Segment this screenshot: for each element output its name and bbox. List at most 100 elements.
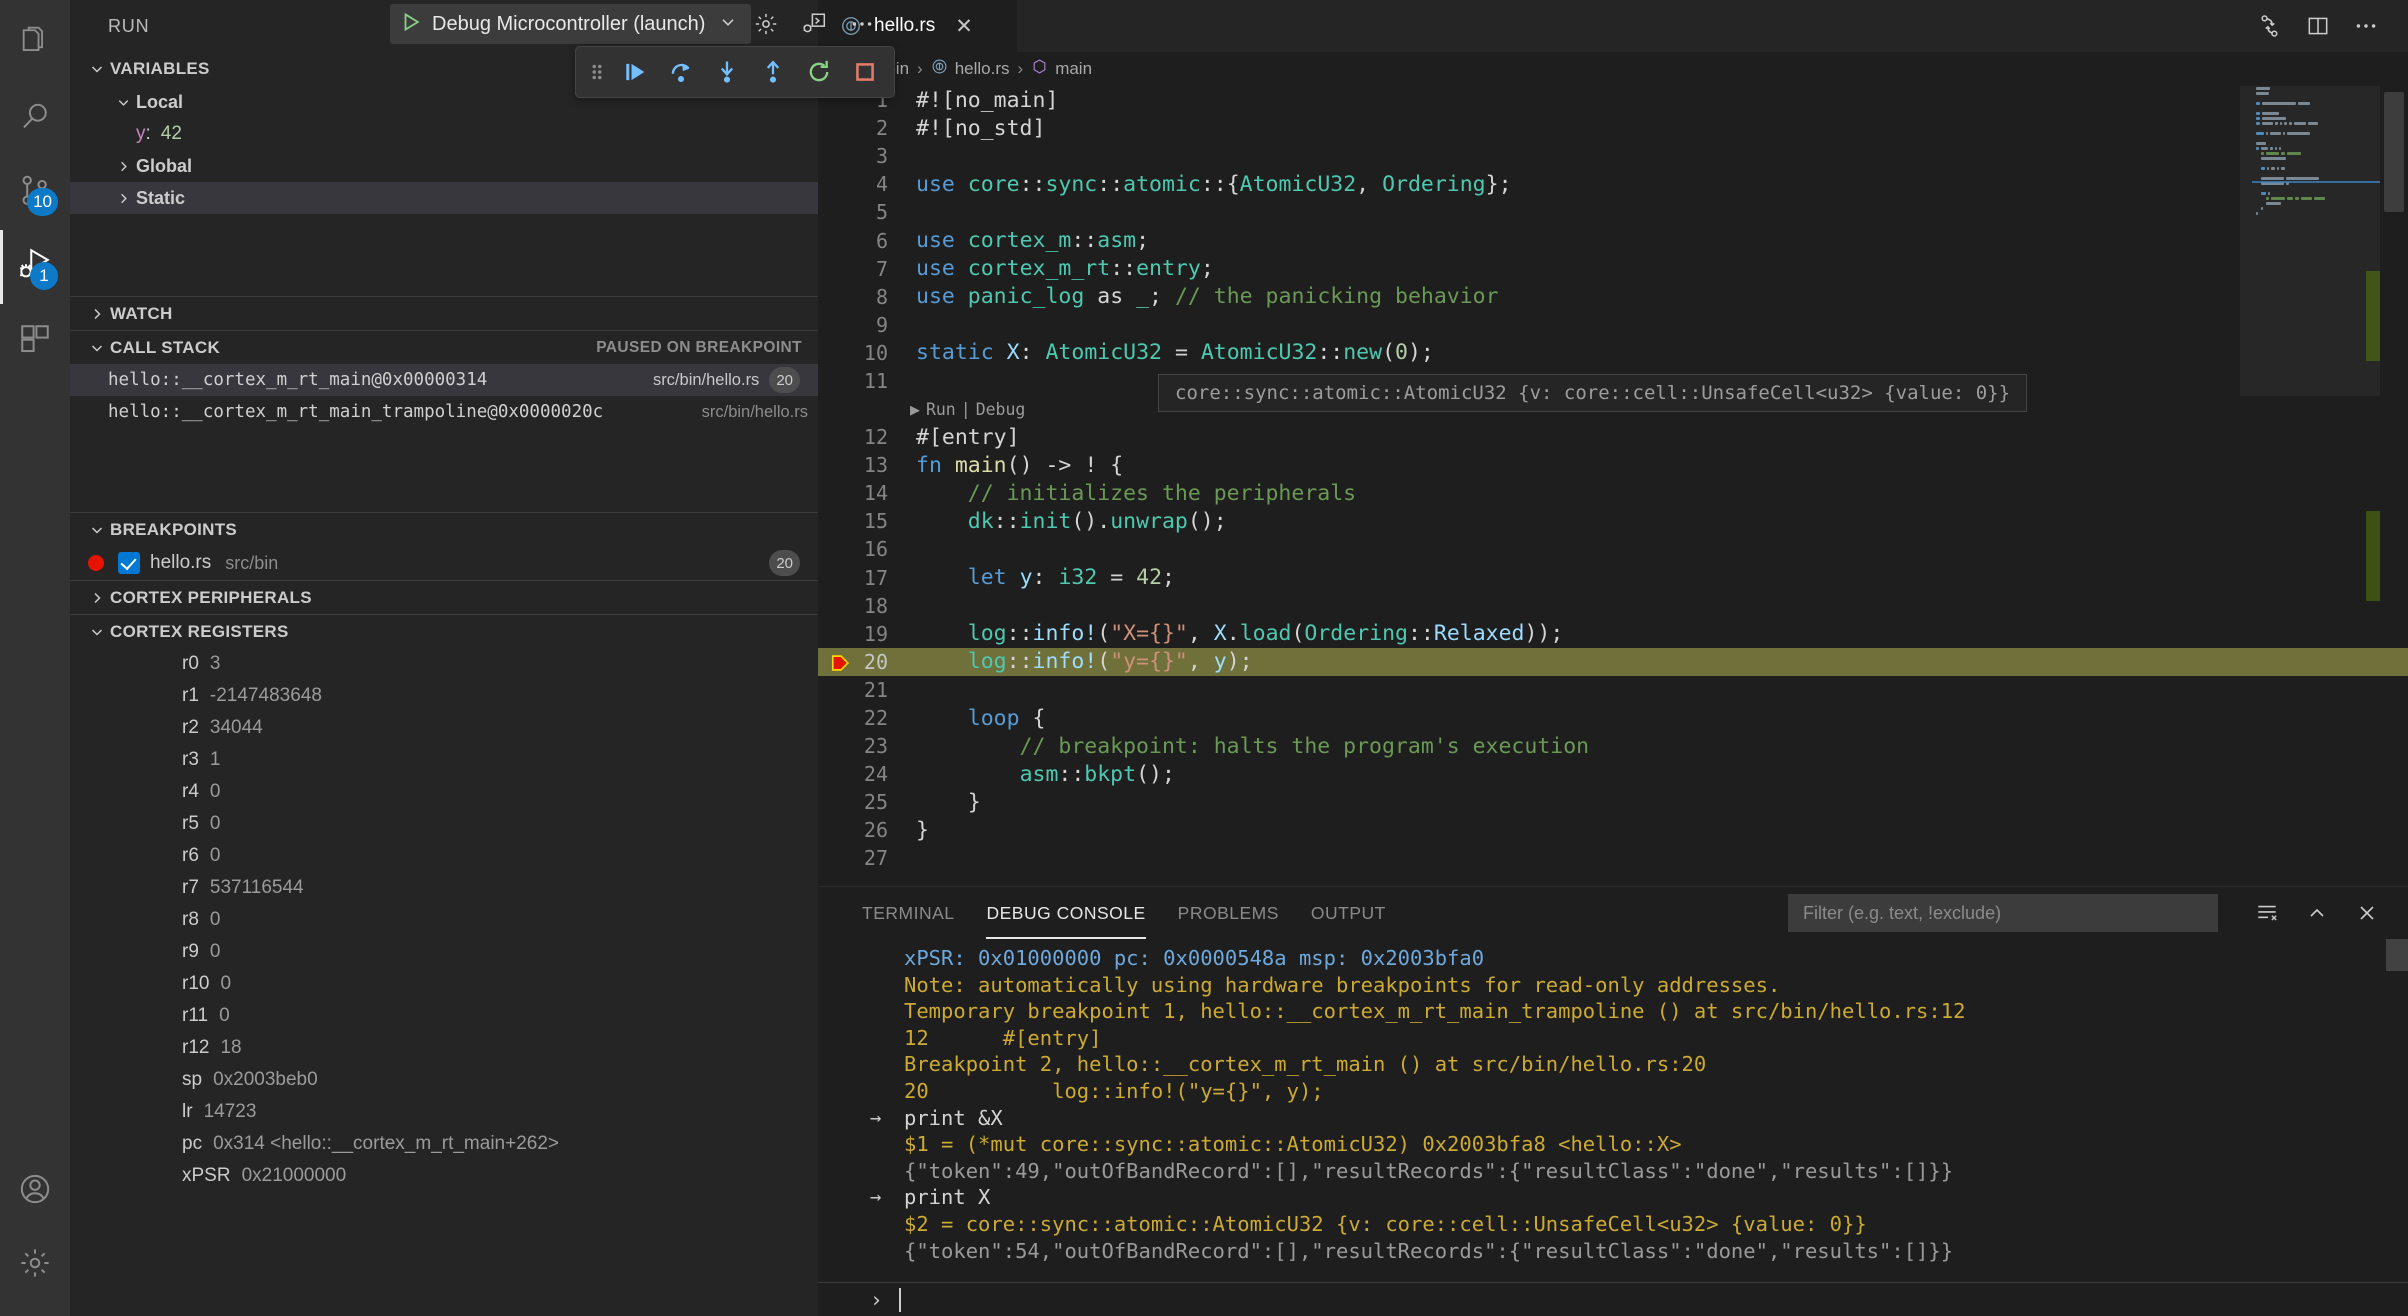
close-icon[interactable]: ✕ [955,16,973,37]
code-line[interactable]: 25 } [818,788,2408,816]
section-header-breakpoints[interactable]: BREAKPOINTS [70,512,818,546]
register-row[interactable]: pc 0x314 <hello::__cortex_m_rt_main+262> [70,1128,818,1160]
register-name: r12 [182,1037,210,1058]
register-row[interactable]: r3 1 [70,744,818,776]
debug-console-output[interactable]: xPSR: 0x01000000 pc: 0x0000548a msp: 0x2… [818,939,2408,1282]
code-line[interactable]: 10 static X: AtomicU32 = AtomicU32::new(0… [818,339,2408,367]
section-header-watch[interactable]: WATCH [70,296,818,330]
call-stack-frame[interactable]: hello::__cortex_m_rt_main@0x00000314 src… [70,364,818,396]
code-line[interactable]: 13 fn main() -> ! { [818,451,2408,479]
more-actions-icon[interactable] [2342,0,2390,52]
close-icon[interactable] [2344,891,2390,935]
open-launch-json-gear-icon[interactable] [742,4,790,44]
console-filter-box[interactable] [1788,894,2218,932]
chevron-up-icon[interactable] [2294,891,2340,935]
register-row[interactable]: r0 3 [70,648,818,680]
restart-button[interactable] [796,51,842,93]
code-line[interactable]: 8 use panic_log as _; // the panicking be… [818,283,2408,311]
code-line[interactable]: 9 [818,311,2408,339]
code-line[interactable]: 22 loop { [818,704,2408,732]
split-debug-icon[interactable] [2246,0,2294,52]
register-row[interactable]: r2 34044 [70,712,818,744]
tab-terminal[interactable]: TERMINAL [846,887,970,939]
code-line[interactable]: 12 #[entry] [818,423,2408,451]
launch-configuration-dropdown[interactable]: Debug Microcontroller (launch) [390,4,752,44]
register-row[interactable]: r8 0 [70,904,818,936]
step-into-button[interactable] [704,51,750,93]
code-lens-debug[interactable]: Debug [976,400,1026,419]
register-row[interactable]: r1 -2147483648 [70,680,818,712]
tab-output[interactable]: OUTPUT [1295,887,1402,939]
open-debug-console-icon[interactable] [790,4,838,44]
code-lens-run[interactable]: Run [926,400,956,419]
register-row[interactable]: r5 0 [70,808,818,840]
tab-debug-console[interactable]: DEBUG CONSOLE [970,887,1161,939]
breadcrumb-item-symbol-main[interactable]: main [1031,58,1092,80]
scrollbar-thumb[interactable] [2384,92,2404,212]
code-line[interactable]: 16 [818,535,2408,563]
code-line[interactable]: 21 [818,676,2408,704]
register-value: 3 [209,653,221,674]
breakpoint-checkbox[interactable] [118,552,140,574]
symbol-function-icon [1031,58,1048,80]
variables-scope-global[interactable]: Global [70,150,818,182]
tab-problems[interactable]: PROBLEMS [1162,887,1295,939]
section-header-cortex-peripherals[interactable]: CORTEX PERIPHERALS [70,580,818,614]
activity-item-source-control[interactable]: 10 [0,156,70,230]
filter-input[interactable] [1803,902,2203,924]
breadcrumb-item-file[interactable]: hello.rs [931,58,1010,80]
debug-console-input-row[interactable]: › [818,1282,2408,1316]
activity-item-accounts[interactable] [0,1154,70,1228]
activity-item-run-and-debug[interactable]: 1 [0,230,70,304]
register-row[interactable]: r9 0 [70,936,818,968]
activity-item-explorer[interactable] [0,8,70,82]
register-row[interactable]: r12 18 [70,1032,818,1064]
code-line[interactable]: 24 asm::bkpt(); [818,760,2408,788]
step-out-button[interactable] [750,51,796,93]
variable-row-y[interactable]: y: 42 [70,118,818,150]
code-line[interactable]: 18 [818,592,2408,620]
editor-vertical-scrollbar[interactable] [2380,86,2408,886]
drag-grip-icon[interactable] [582,61,612,83]
code-line[interactable]: 19 log::info!("X={}", X.load(Ordering::R… [818,620,2408,648]
activity-item-settings[interactable] [0,1228,70,1302]
register-row[interactable]: r6 0 [70,840,818,872]
code-line[interactable]: 20 log::info!("y={}", y); [818,647,2408,676]
code-line[interactable]: 7 use cortex_m_rt::entry; [818,255,2408,283]
code-line[interactable]: 2 #![no_std] [818,114,2408,142]
section-header-call-stack[interactable]: CALL STACK PAUSED ON BREAKPOINT [70,330,818,364]
register-row[interactable]: xPSR 0x21000000 [70,1160,818,1192]
section-header-cortex-registers[interactable]: CORTEX REGISTERS [70,614,818,648]
code-line[interactable]: 4 use core::sync::atomic::{AtomicU32, Ord… [818,170,2408,198]
code-line[interactable]: 15 dk::init().unwrap(); [818,507,2408,535]
code-line[interactable]: 14 // initializes the peripherals [818,479,2408,507]
register-row[interactable]: r7 537116544 [70,872,818,904]
code-line[interactable]: 26} [818,816,2408,844]
split-editor-icon[interactable] [2294,0,2342,52]
clear-console-icon[interactable] [2244,891,2290,935]
continue-button[interactable] [612,51,658,93]
stop-button[interactable] [842,51,888,93]
variables-scope-static[interactable]: Static [70,182,818,214]
code-line[interactable]: 5 [818,198,2408,226]
code-line[interactable]: 3 [818,142,2408,170]
register-row[interactable]: r10 0 [70,968,818,1000]
code-line[interactable]: 1 #![no_main] [818,86,2408,114]
activity-item-extensions[interactable] [0,304,70,378]
code-line[interactable]: 27 [818,844,2408,872]
activity-item-search[interactable] [0,82,70,156]
breakpoint-row[interactable]: hello.rs src/bin 20 [70,546,818,580]
code-line[interactable]: 23 // breakpoint: halts the program's ex… [818,732,2408,760]
register-row[interactable]: sp 0x2003beb0 [70,1064,818,1096]
register-row[interactable]: r11 0 [70,1000,818,1032]
register-row[interactable]: r4 0 [70,776,818,808]
console-line-text: $2 = core::sync::atomic::AtomicU32 {v: c… [904,1211,1867,1236]
line-text: // initializes the peripherals [916,480,1357,506]
step-over-button[interactable] [658,51,704,93]
code-line[interactable]: 6 use cortex_m::asm; [818,226,2408,254]
register-row[interactable]: lr 14723 [70,1096,818,1128]
run-view-more-icon[interactable] [838,4,886,44]
code-line[interactable]: 17 let y: i32 = 42; [818,564,2408,592]
call-stack-frame[interactable]: hello::__cortex_m_rt_main_trampoline@0x0… [70,396,818,428]
code-editor[interactable]: 1 #![no_main] 2 #![no_std] 3 4 use core::sync:… [818,86,2408,886]
